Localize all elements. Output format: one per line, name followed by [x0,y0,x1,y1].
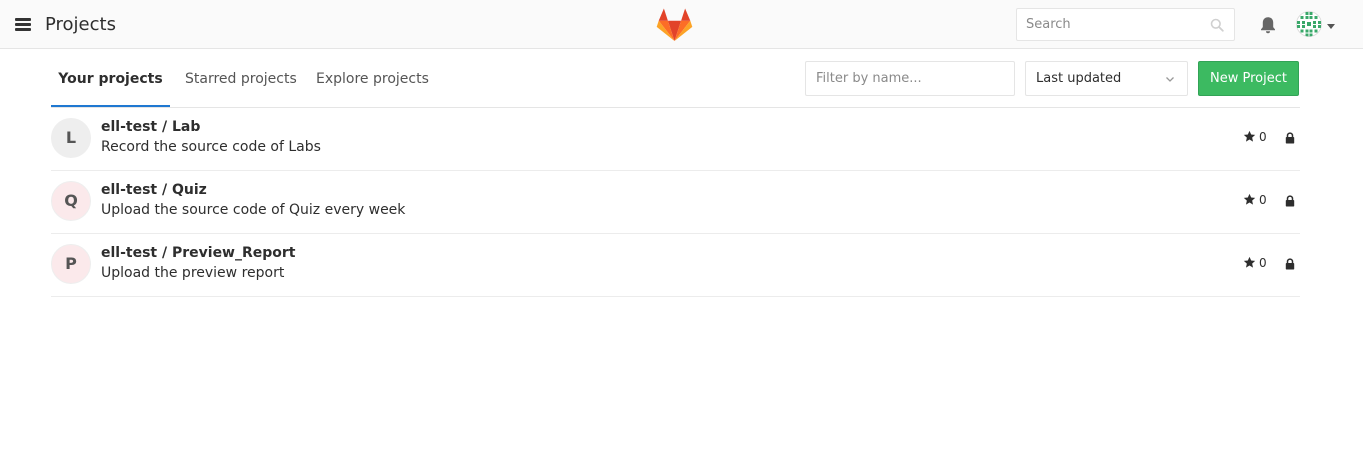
filter-by-name-input[interactable] [806,62,1006,95]
star-count: 0 [1243,256,1267,272]
project-avatar[interactable]: P [51,244,91,284]
page-title: Projects [45,14,116,35]
tab-starred-projects[interactable]: Starred projects [185,50,297,107]
user-menu[interactable] [1296,11,1338,39]
star-icon [1243,193,1256,205]
filter-box [805,61,1015,96]
star-count-value: 0 [1259,130,1267,144]
project-avatar[interactable]: L [51,118,91,158]
lock-icon [1285,132,1295,144]
tab-explore-projects[interactable]: Explore projects [316,50,429,107]
sort-dropdown[interactable]: Last updated [1025,61,1188,96]
project-name-link[interactable]: ell-test / Lab [101,119,200,135]
project-avatar[interactable]: Q [51,181,91,221]
lock-icon [1285,258,1295,270]
project-row: P ell-test / Preview_Report Upload the p… [51,234,1300,297]
search-box [1016,8,1235,41]
new-project-button[interactable]: New Project [1198,61,1299,96]
project-row: Q ell-test / Quiz Upload the source code… [51,171,1300,234]
chevron-down-icon [1166,77,1174,82]
hamburger-icon[interactable] [15,18,31,32]
project-row: L ell-test / Lab Record the source code … [51,108,1300,171]
star-count-value: 0 [1259,193,1267,207]
star-count: 0 [1243,193,1267,209]
star-icon [1243,256,1256,268]
caret-down-icon [1327,24,1335,29]
project-description: Upload the source code of Quiz every wee… [101,202,406,218]
lock-icon [1285,195,1295,207]
project-description: Record the source code of Labs [101,139,321,155]
project-name-link[interactable]: ell-test / Quiz [101,182,207,198]
gitlab-logo-icon[interactable] [656,8,693,42]
star-count-value: 0 [1259,256,1267,270]
star-icon [1243,130,1256,142]
search-icon[interactable] [1210,18,1224,32]
star-count: 0 [1243,130,1267,146]
search-input[interactable] [1017,9,1206,40]
project-name-link[interactable]: ell-test / Preview_Report [101,245,296,261]
tab-your-projects[interactable]: Your projects [51,50,170,107]
user-avatar-icon [1296,11,1322,37]
project-description: Upload the preview report [101,265,285,281]
sort-selected-value: Last updated [1036,71,1122,86]
top-navbar: Projects [0,0,1363,49]
bell-icon[interactable] [1258,15,1278,35]
